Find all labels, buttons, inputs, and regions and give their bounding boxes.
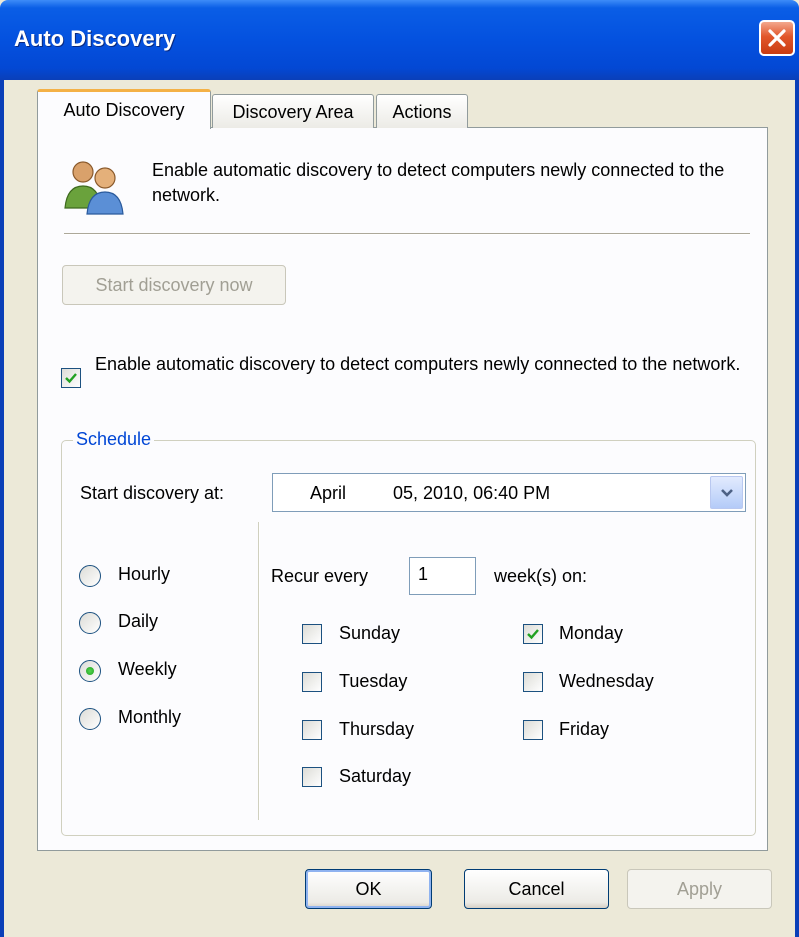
start-month: April	[310, 483, 347, 503]
divider	[64, 233, 750, 235]
checkbox-saturday[interactable]	[302, 767, 322, 787]
start-datetime-picker[interactable]: April 05, 2010, 06:40 PM	[272, 473, 746, 512]
button-label: Start discovery now	[95, 275, 253, 295]
checkbox-sunday[interactable]	[302, 624, 322, 644]
ok-button[interactable]: OK	[305, 869, 432, 909]
chevron-down-icon	[721, 489, 733, 497]
close-icon	[768, 29, 786, 47]
radio-monthly-label: Monthly	[118, 707, 182, 727]
checkbox-wednesday-label: Wednesday	[559, 671, 654, 691]
button-label: Apply	[676, 879, 723, 899]
radio-hourly[interactable]	[79, 565, 101, 587]
start-date-time: 05, 2010, 06:40 PM	[393, 483, 551, 503]
window-title: Auto Discovery	[14, 26, 176, 51]
schedule-legend: Schedule	[73, 429, 155, 450]
title-bar: Auto Discovery	[0, 0, 799, 80]
apply-button[interactable]: Apply	[627, 869, 772, 909]
start-discovery-label: Start discovery at:	[80, 483, 225, 503]
radio-daily[interactable]	[79, 612, 101, 634]
checkbox-sunday-label: Sunday	[339, 623, 401, 643]
button-label: Cancel	[508, 879, 565, 899]
enable-discovery-label: Enable automatic discovery to detect com…	[95, 354, 741, 374]
checkmark-icon	[527, 629, 539, 640]
radio-weekly-label: Weekly	[118, 659, 177, 679]
button-label: OK	[355, 879, 382, 899]
recur-interval-input[interactable]: 1	[409, 557, 476, 595]
tab-actions[interactable]: Actions	[376, 94, 468, 128]
users-icon	[64, 161, 124, 215]
tab-auto-discovery[interactable]: Auto Discovery	[37, 89, 211, 129]
schedule-separator	[258, 522, 260, 820]
checkbox-monday-label: Monday	[559, 623, 624, 643]
checkmark-icon	[65, 373, 77, 384]
start-discovery-now-button[interactable]: Start discovery now	[62, 265, 286, 305]
checkbox-thursday[interactable]	[302, 720, 322, 740]
checkbox-friday[interactable]	[523, 720, 543, 740]
intro-text: Enable automatic discovery to detect com…	[152, 160, 725, 205]
datetime-dropdown-button[interactable]	[710, 476, 743, 509]
recur-suffix-label: week(s) on:	[494, 566, 588, 586]
enable-discovery-checkbox[interactable]	[61, 368, 81, 388]
tab-discovery-area[interactable]: Discovery Area	[212, 94, 374, 128]
tab-label: Discovery Area	[232, 102, 354, 122]
radio-daily-label: Daily	[118, 611, 159, 631]
radio-weekly[interactable]	[79, 660, 101, 682]
tab-label: Auto Discovery	[63, 100, 185, 120]
radio-hourly-label: Hourly	[118, 564, 171, 584]
checkbox-tuesday-label: Tuesday	[339, 671, 408, 691]
window-frame-right	[795, 80, 799, 937]
radio-monthly[interactable]	[79, 708, 101, 730]
checkbox-friday-label: Friday	[559, 719, 610, 739]
close-button[interactable]	[759, 20, 795, 56]
checkbox-tuesday[interactable]	[302, 672, 322, 692]
checkbox-monday[interactable]	[523, 624, 543, 644]
recur-prefix-label: Recur every	[271, 566, 369, 586]
checkbox-saturday-label: Saturday	[339, 766, 412, 786]
checkbox-thursday-label: Thursday	[339, 719, 415, 739]
cancel-button[interactable]: Cancel	[464, 869, 609, 909]
tab-label: Actions	[392, 102, 452, 122]
radio-selected-dot	[86, 667, 94, 675]
checkbox-wednesday[interactable]	[523, 672, 543, 692]
window-frame-left	[0, 80, 4, 937]
